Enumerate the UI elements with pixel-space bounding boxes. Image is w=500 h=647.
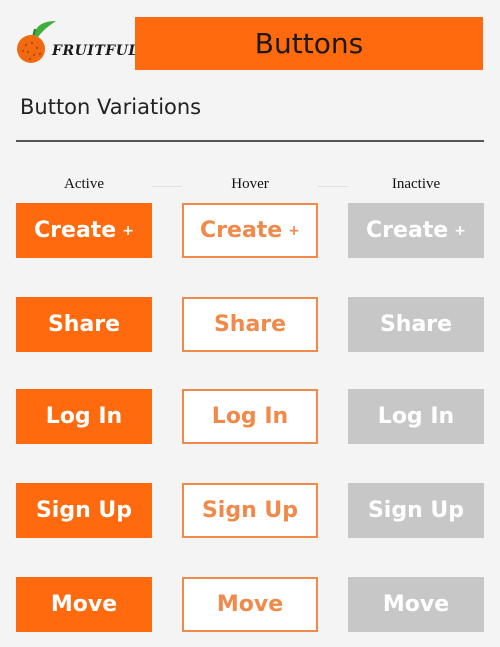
login-button-active[interactable]: Log In — [16, 389, 152, 444]
move-button-inactive: Move — [348, 577, 484, 632]
plus-icon: + — [122, 222, 134, 239]
share-button-inactive: Share — [348, 297, 484, 352]
signup-button-inactive: Sign Up — [348, 483, 484, 538]
signup-button-hover[interactable]: Sign Up — [182, 483, 318, 538]
page: Fruitful Buttons Button Variations Activ… — [0, 0, 500, 647]
move-button-hover[interactable]: Move — [182, 577, 318, 632]
share-button-active[interactable]: Share — [16, 297, 152, 352]
section-divider — [16, 140, 484, 142]
share-button-hover[interactable]: Share — [182, 297, 318, 352]
orange-fruit-icon — [17, 21, 56, 63]
fruitful-logo[interactable]: Fruitful — [16, 17, 138, 67]
column-header-inactive: Inactive — [348, 176, 484, 193]
create-button-label: Create — [200, 218, 283, 243]
create-button-label: Create — [366, 218, 449, 243]
column-header-hover: Hover — [182, 176, 318, 193]
move-button-active[interactable]: Move — [16, 577, 152, 632]
login-button-hover[interactable]: Log In — [182, 389, 318, 444]
create-button-hover[interactable]: Create + — [182, 203, 318, 258]
signup-button-active[interactable]: Sign Up — [16, 483, 152, 538]
create-button-inactive: Create + — [348, 203, 484, 258]
login-button-inactive: Log In — [348, 389, 484, 444]
create-button-active[interactable]: Create + — [16, 203, 152, 258]
logo-wordmark: Fruitful — [52, 43, 139, 59]
page-title-bar: Buttons — [135, 17, 483, 70]
column-header-hover-label: Hover — [225, 176, 275, 192]
page-title: Buttons — [254, 27, 364, 60]
plus-icon: + — [454, 222, 466, 239]
section-title: Button Variations — [20, 95, 202, 119]
create-button-label: Create — [34, 218, 117, 243]
column-header-active: Active — [16, 176, 152, 193]
column-headers: Active Hover Inactive — [0, 176, 500, 196]
plus-icon: + — [288, 222, 300, 239]
